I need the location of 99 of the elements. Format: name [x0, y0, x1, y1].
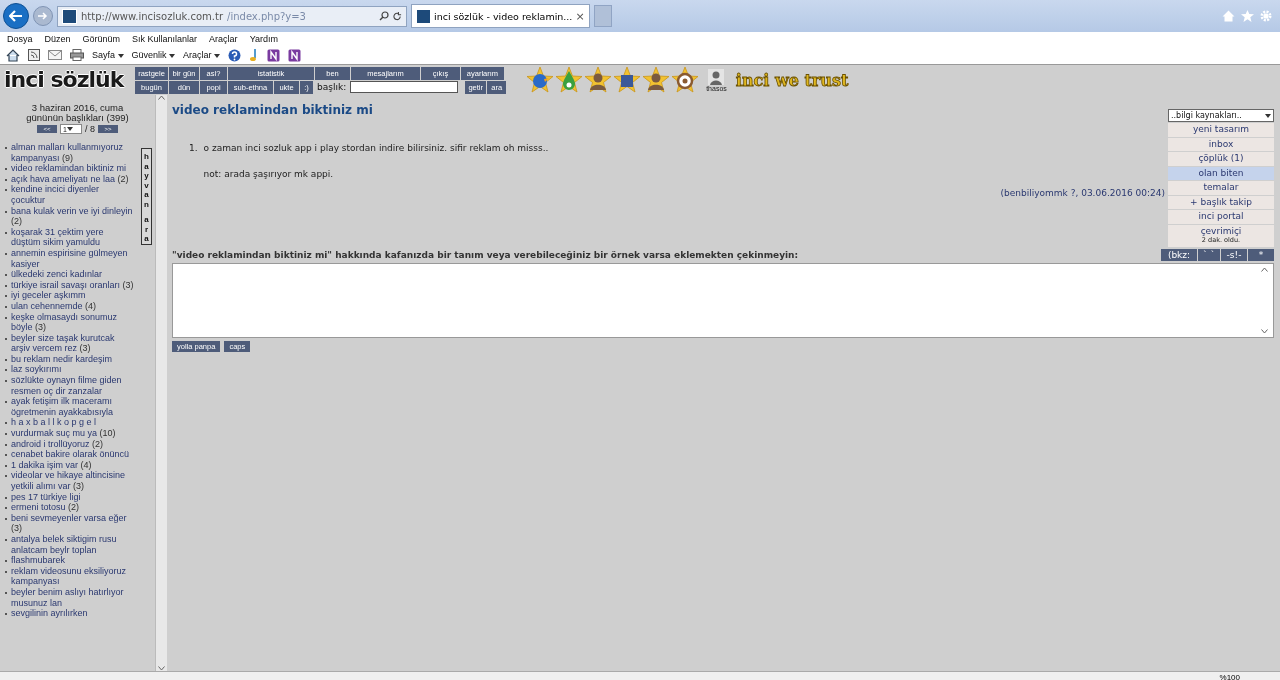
star-badge-icon[interactable] [613, 66, 642, 94]
notebook-icon[interactable] [267, 48, 281, 62]
topic-link[interactable]: bu reklam nedir kardeşim [11, 353, 135, 365]
format-button[interactable]: * [1248, 248, 1274, 261]
topic-link[interactable]: vurdurmak suç mu ya (10) [11, 428, 135, 439]
chevron-down-icon[interactable] [1261, 328, 1268, 334]
topic-link[interactable]: flashmubarek [11, 555, 135, 566]
page-total: / 8 [85, 124, 95, 134]
side-menu-item[interactable]: inbox [1168, 137, 1274, 151]
site-icon [62, 8, 77, 24]
caret-icon [1265, 113, 1271, 118]
topic-link[interactable]: pes 17 türkiye ligi [11, 491, 135, 503]
entry-text: o zaman inci sozluk app i play stordan indire bilirsiniz. sifir reklam oh misss.. [203, 143, 549, 153]
menu-item[interactable]: Yardım [249, 34, 278, 44]
sources-dropdown[interactable]: ..bilgi kaynakları.. [1168, 109, 1274, 122]
tab-close[interactable]: × [575, 9, 585, 23]
topic-link[interactable]: 1 dakika işim var (4) [11, 459, 135, 471]
topic-title: video reklamindan biktiniz mi [172, 103, 374, 117]
search-label: başlık: [316, 81, 348, 94]
arrow-right-icon [38, 12, 48, 20]
search-field[interactable] [350, 81, 459, 93]
menu-item[interactable]: Görünüm [82, 34, 121, 44]
back-button[interactable] [3, 3, 29, 29]
side-menu-item[interactable]: + başlık takip [1168, 195, 1274, 209]
menu-item[interactable]: Sık Kullanılanlar [132, 34, 198, 44]
notebook-icon[interactable] [288, 48, 302, 62]
site-logo[interactable]: inci sözlük [4, 66, 132, 94]
entry-text: not: arada şaşırıyor mk appi. [203, 169, 335, 179]
feed-icon[interactable] [28, 49, 40, 61]
caret-icon [169, 53, 176, 58]
star-badge-icon[interactable] [555, 66, 584, 94]
avatar-icon[interactable] [708, 68, 725, 85]
topics-heading: gününün başlıkları (399) [25, 113, 130, 123]
topic-link[interactable]: video reklamindan biktiniz mi [11, 163, 135, 174]
caret-icon [117, 53, 124, 58]
side-menu-item[interactable]: inci portal [1168, 210, 1274, 224]
home-icon[interactable] [6, 48, 20, 62]
chevron-down-icon[interactable] [158, 666, 165, 671]
side-menu-item[interactable]: olan biten [1168, 166, 1274, 180]
topic-link[interactable]: türkiye israil savaşı oranları (3) [11, 279, 135, 291]
star-badge-icon[interactable] [671, 66, 700, 94]
arrow-left-icon [9, 10, 23, 22]
command-menu[interactable]: Güvenlik [131, 50, 176, 60]
site-icon [416, 8, 431, 24]
topic-link[interactable]: cenabet bakire olarak önüncü [11, 449, 135, 460]
topic-link[interactable]: açık hava ameliyatı ne laa (2) [11, 173, 135, 185]
star-badge-icon[interactable] [584, 66, 613, 94]
mail-icon[interactable] [48, 50, 62, 60]
print-icon[interactable] [70, 49, 84, 61]
star-icon[interactable] [1241, 10, 1254, 22]
caret-icon [214, 53, 221, 58]
help-icon[interactable] [228, 48, 242, 62]
topic-link[interactable]: beyler size taşak kurutcak arşiv vercem rez (3) [11, 332, 135, 354]
command-menu[interactable]: Sayfa [92, 50, 124, 60]
star-badge-icon[interactable] [642, 66, 671, 94]
command-menu[interactable]: Araçlar [183, 50, 221, 60]
zoom-level[interactable]: %100 [1219, 673, 1240, 680]
topic-link[interactable]: keşke olmasaydı sonumuz böyle (3) [11, 311, 135, 333]
search-icon[interactable] [379, 11, 389, 21]
entry-textarea[interactable] [172, 262, 1274, 338]
format-button[interactable]: -s!- [1221, 248, 1247, 261]
topic-link[interactable]: beni sevmeyenler varsa eğer (3) [11, 512, 135, 534]
topic-link[interactable]: laz soykırımı [11, 364, 135, 376]
star-badge-icon[interactable] [526, 66, 555, 94]
format-button[interactable]: ` ` [1198, 248, 1220, 261]
topic-link[interactable]: android i trollüyoruz (2) [11, 438, 135, 450]
topic-link[interactable]: h a x b a l l k o p g e l [11, 417, 135, 429]
menu-item[interactable]: Dosya [7, 34, 33, 44]
address-bar[interactable]: http://www.incisozluk.com.tr /index.php?y=3 [57, 5, 407, 27]
side-menu-item[interactable]: çöplük (1) [1168, 152, 1274, 166]
scrollbar[interactable] [155, 95, 167, 671]
side-menu-item[interactable]: yeni tasarım [1168, 123, 1274, 137]
tab-title: inci sözlük - video reklamin... [434, 10, 573, 22]
topic-link[interactable]: ermeni totosu (2) [11, 502, 135, 513]
topic-link[interactable]: ülkedeki zenci kadınlar [11, 269, 135, 280]
format-button[interactable]: (bkz: [1161, 248, 1197, 261]
side-menu-item[interactable]: temalar [1168, 181, 1274, 195]
refresh-icon[interactable] [393, 11, 402, 21]
date-label: 3 haziran 2016, cuma [30, 103, 125, 113]
caret-icon [66, 127, 73, 131]
menu-item[interactable]: Araçlar [209, 34, 238, 44]
entry-prompt: "video reklamindan biktiniz mi" hakkında kafanızda bir tanım veya verebileceğiniz bir örnek varsa eklemekten çekinmeyin: [172, 249, 800, 261]
menu-item[interactable]: Düzen [44, 34, 71, 44]
topic-link[interactable]: iyi geceler aşkımm [11, 290, 135, 301]
browser-tab[interactable]: inci sözlük - video reklamin... × [411, 4, 590, 28]
topic-link[interactable]: videolar ve hikaye altincisine yetkili alımı var (3) [11, 470, 135, 492]
chevron-up-icon[interactable] [1261, 266, 1268, 272]
topic-link[interactable]: sevgilinin ayrılırken [11, 608, 135, 619]
forward-button[interactable] [33, 6, 53, 26]
url-host: http://www.incisozluk.com.tr [81, 10, 224, 22]
topic-link[interactable]: alman malları kullanmıyoruz kampanyası (9) [11, 142, 135, 164]
topic-link[interactable]: ulan cehennemde (4) [11, 300, 135, 312]
entry-number: 1. [189, 143, 198, 155]
topic-link[interactable]: bana kulak verin ve iyi dinleyin (2) [11, 205, 135, 227]
url-path: /index.php?y=3 [227, 10, 306, 22]
entry-author[interactable]: (benbiliyommk ?, 03.06.2016 00:24) [172, 188, 1168, 198]
chevron-up-icon[interactable] [158, 95, 165, 100]
slogan-logo: inci we trust [735, 70, 849, 90]
vertical-search-button[interactable]: hayvan ara [141, 148, 152, 245]
